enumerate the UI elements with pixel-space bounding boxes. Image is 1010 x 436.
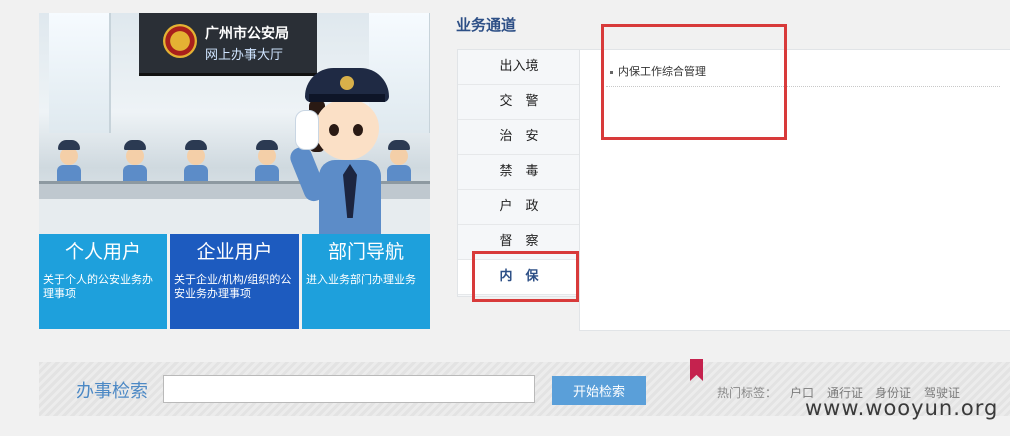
hall-sign: 广州市公安局 网上办事大厅 xyxy=(139,13,317,76)
tile-title: 部门导航 xyxy=(327,241,404,263)
hero-illustration: 广州市公安局 网上办事大厅 xyxy=(39,13,430,234)
tile-title: 企业用户 xyxy=(196,241,273,263)
tile-personal-user[interactable]: 个人用户 关于个人的公安业务办理事项 xyxy=(39,234,167,329)
clerk-figure xyxy=(123,139,147,183)
watermark: www.wooyun.org xyxy=(805,396,999,420)
tile-department-nav[interactable]: 部门导航 进入业务部门办理业务 xyxy=(302,234,430,329)
hall-window xyxy=(49,13,111,133)
tab-narcotics[interactable]: 禁 毒 xyxy=(458,155,580,190)
police-officer-mascot xyxy=(287,68,411,234)
tab-exit-entry[interactable]: 出入境 xyxy=(458,50,580,85)
hot-tags-label: 热门标签： xyxy=(717,386,778,400)
tab-traffic-police[interactable]: 交 警 xyxy=(458,85,580,120)
tile-description: 进入业务部门办理业务 xyxy=(306,273,416,286)
search-input[interactable] xyxy=(163,375,535,403)
highlight-annotation xyxy=(472,251,579,302)
cap-badge-icon xyxy=(340,76,354,90)
tile-description: 关于企业/机构/组织的公安业务办理事项 xyxy=(174,273,292,300)
highlight-annotation xyxy=(601,24,787,140)
clerk-figure xyxy=(184,139,208,183)
search-button[interactable]: 开始检索 xyxy=(552,376,646,405)
user-type-tiles: 个人用户 关于个人的公安业务办理事项 企业用户 关于企业/机构/组织的公安业务办… xyxy=(39,234,430,329)
bookmark-icon xyxy=(690,359,703,381)
tab-household-registration[interactable]: 户 政 xyxy=(458,190,580,225)
tile-enterprise-user[interactable]: 企业用户 关于企业/机构/组织的公安业务办理事项 xyxy=(170,234,299,329)
section-title: 业务通道 xyxy=(456,16,517,34)
sign-subtitle: 网上办事大厅 xyxy=(205,48,284,63)
clerk-figure xyxy=(57,139,81,183)
salute-glove xyxy=(295,110,319,150)
sign-title: 广州市公安局 xyxy=(205,26,289,42)
clerk-figure xyxy=(255,139,279,183)
search-label: 办事检索 xyxy=(76,381,148,402)
tile-description: 关于个人的公安业务办理事项 xyxy=(43,273,153,300)
tab-public-security[interactable]: 治 安 xyxy=(458,120,580,155)
police-emblem-icon xyxy=(163,24,197,58)
tile-title: 个人用户 xyxy=(64,241,141,263)
